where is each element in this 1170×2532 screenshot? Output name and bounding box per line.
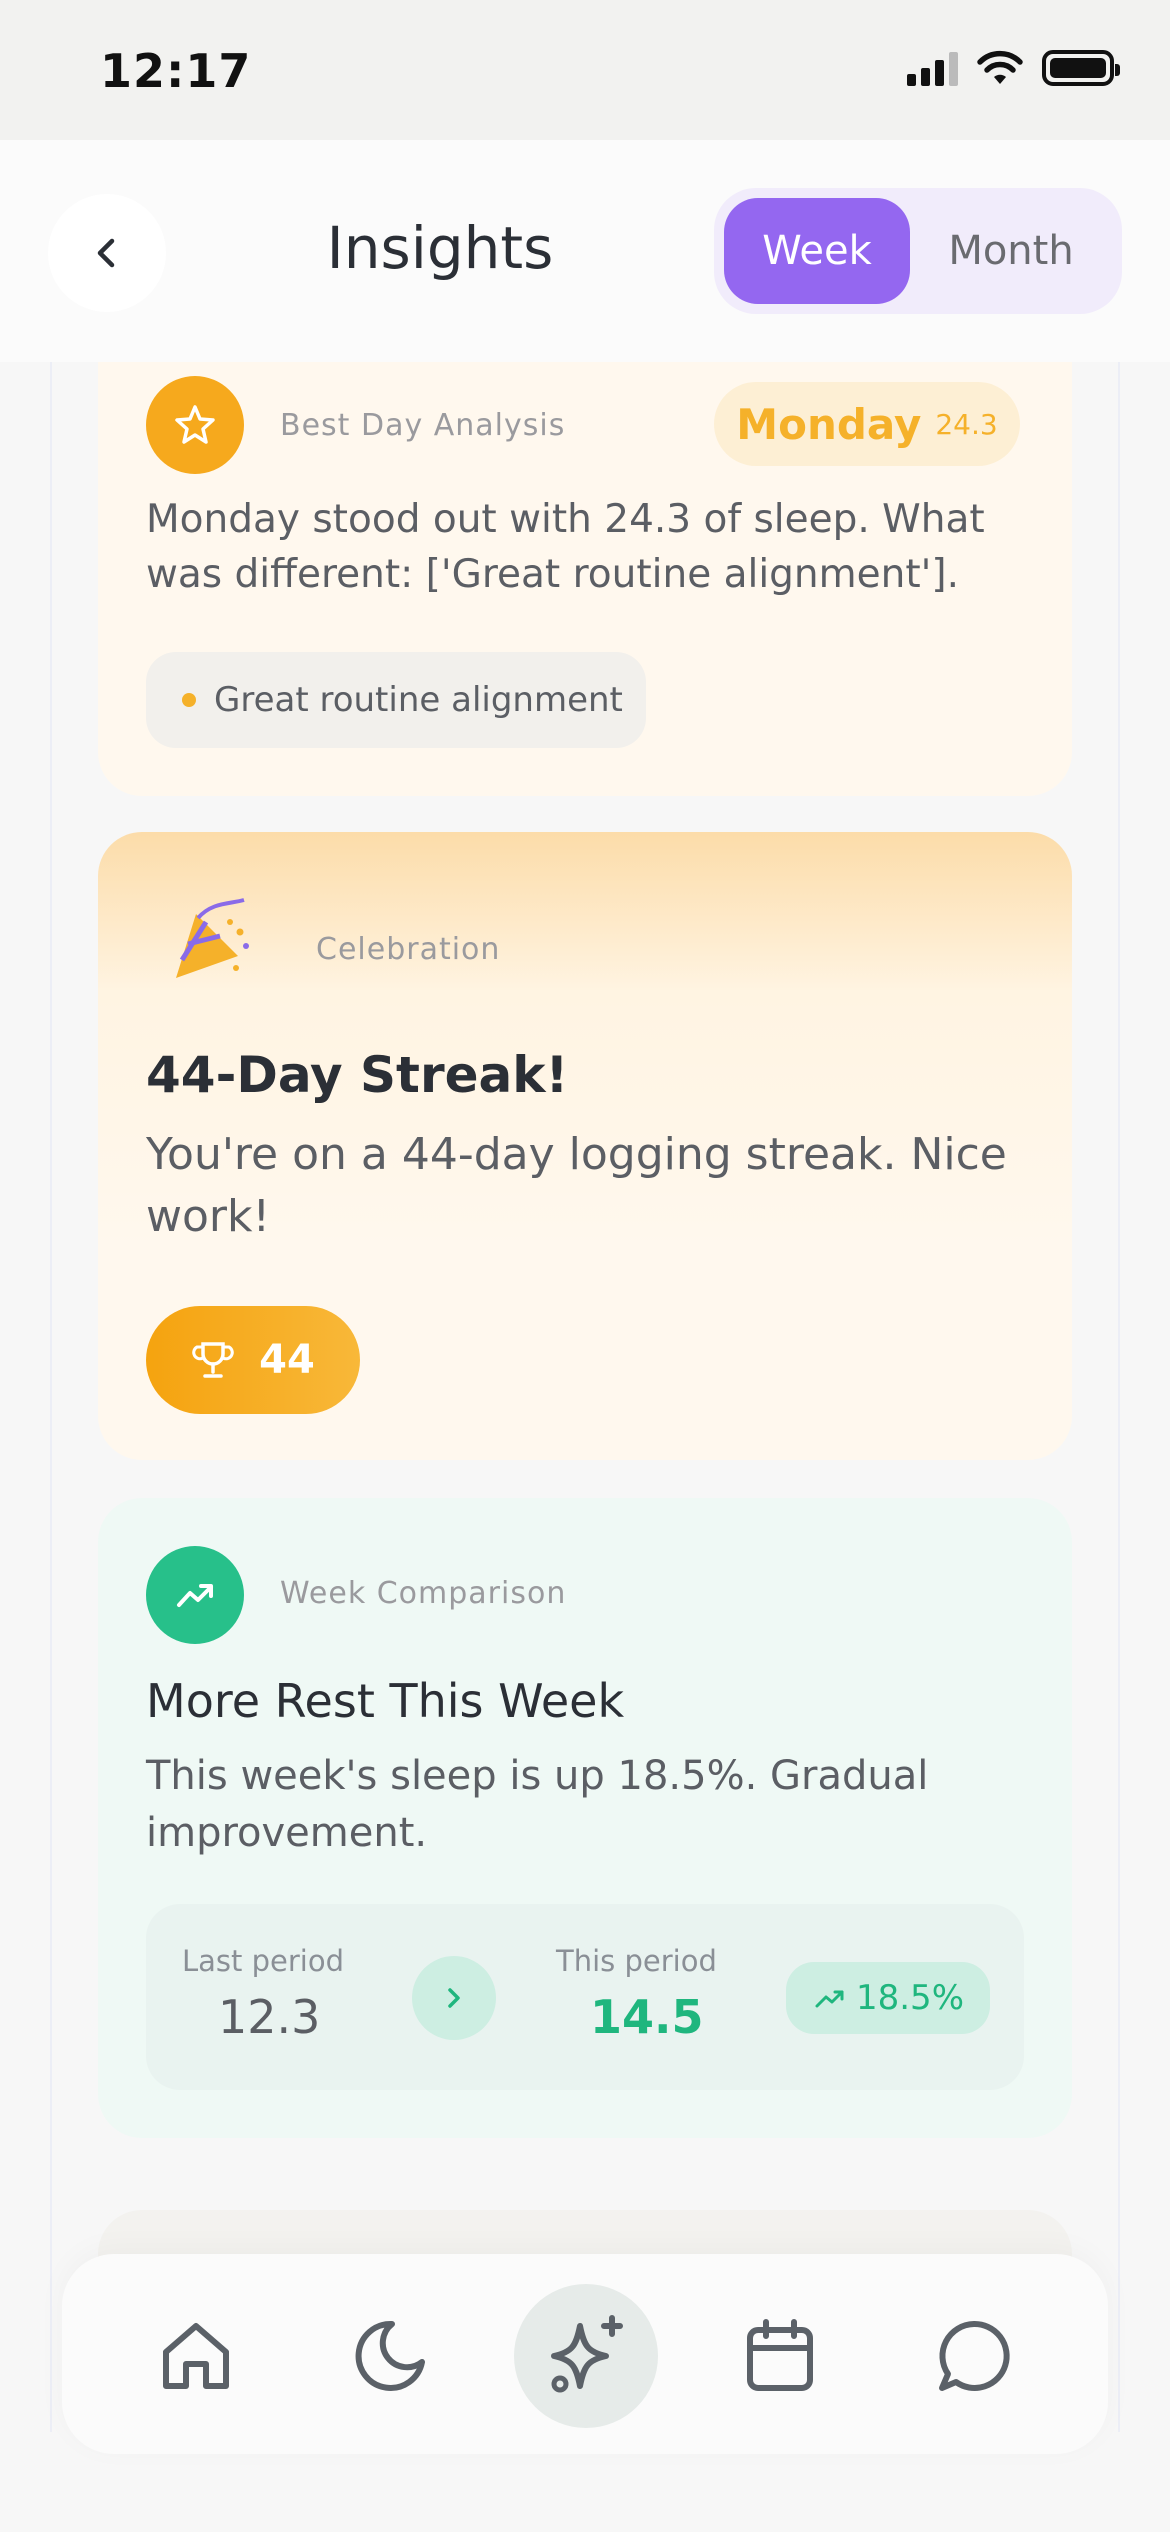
- trophy-icon: [192, 1342, 234, 1378]
- change-badge: 18.5%: [786, 1962, 990, 2034]
- tag-label: Great routine alignment: [214, 680, 623, 720]
- last-period-label: Last period: [182, 1944, 345, 1978]
- toggle-week[interactable]: Week: [724, 198, 910, 304]
- change-value: 18.5%: [855, 1978, 964, 2018]
- celebration-card[interactable]: Celebration 44-Day Streak! You're on a 4…: [98, 832, 1072, 1460]
- comparison-title: More Rest This Week: [146, 1674, 625, 1728]
- cellular-signal-icon: [907, 50, 958, 86]
- wifi-icon: [977, 50, 1023, 84]
- bottom-nav: [62, 2254, 1108, 2454]
- star-icon: [146, 376, 244, 474]
- chevron-right-icon: [448, 1988, 460, 2008]
- streak-text: You're on a 44-day logging streak. Nice …: [146, 1129, 1007, 1243]
- toggle-month[interactable]: Month: [910, 198, 1112, 304]
- chat-icon: [939, 2320, 1010, 2391]
- streak-badge: 44: [146, 1306, 360, 1414]
- best-day-name: Monday: [736, 399, 922, 449]
- nav-calendar[interactable]: [708, 2284, 852, 2428]
- status-bar: 12:17: [0, 0, 1170, 140]
- this-period-value: 14.5: [590, 1990, 704, 2044]
- trending-up-icon: [146, 1546, 244, 1644]
- best-day-value: 24.3: [935, 407, 998, 441]
- insight-tag: Great routine alignment: [146, 652, 646, 748]
- card-label: Celebration: [316, 932, 501, 967]
- this-period-label: This period: [556, 1944, 717, 1978]
- battery-icon: [1042, 50, 1120, 86]
- status-time: 12:17: [100, 44, 252, 98]
- streak-count: 44: [259, 1337, 315, 1383]
- card-label: Best Day Analysis: [280, 408, 566, 443]
- header: Insights Week Month: [0, 140, 1170, 362]
- nav-home[interactable]: [124, 2284, 268, 2428]
- compare-arrow: [412, 1956, 496, 2040]
- calendar-icon: [747, 2319, 813, 2391]
- trending-up-icon: [815, 1990, 844, 2008]
- week-comparison-card[interactable]: Week Comparison More Rest This Week This…: [98, 1498, 1072, 2138]
- streak-title: 44-Day Streak!: [146, 1046, 569, 1104]
- nav-sleep[interactable]: [318, 2284, 462, 2428]
- period-toggle: Week Month: [714, 188, 1122, 314]
- tag-dot: [182, 693, 196, 707]
- last-period-value: 12.3: [218, 1990, 321, 2044]
- comparison-box: Last period 12.3 This period 14.5 18.5%: [146, 1904, 1024, 2090]
- best-day-text: Monday stood out with 24.3 of sleep. Wha…: [146, 497, 985, 598]
- nav-chat[interactable]: [902, 2284, 1046, 2428]
- nav-insights[interactable]: [514, 2284, 658, 2428]
- sparkle-icon: [551, 2315, 623, 2393]
- party-popper-icon: [176, 898, 249, 978]
- home-icon: [163, 2323, 229, 2389]
- best-day-card[interactable]: Best Day Analysis Monday 24.3 Monday sto…: [98, 362, 1072, 796]
- comparison-text: This week's sleep is up 18.5%. Gradual i…: [146, 1753, 929, 1856]
- status-icons: [907, 50, 1120, 86]
- moon-icon: [355, 2320, 425, 2391]
- best-day-badge: Monday 24.3: [714, 382, 1020, 466]
- card-label: Week Comparison: [280, 1576, 567, 1611]
